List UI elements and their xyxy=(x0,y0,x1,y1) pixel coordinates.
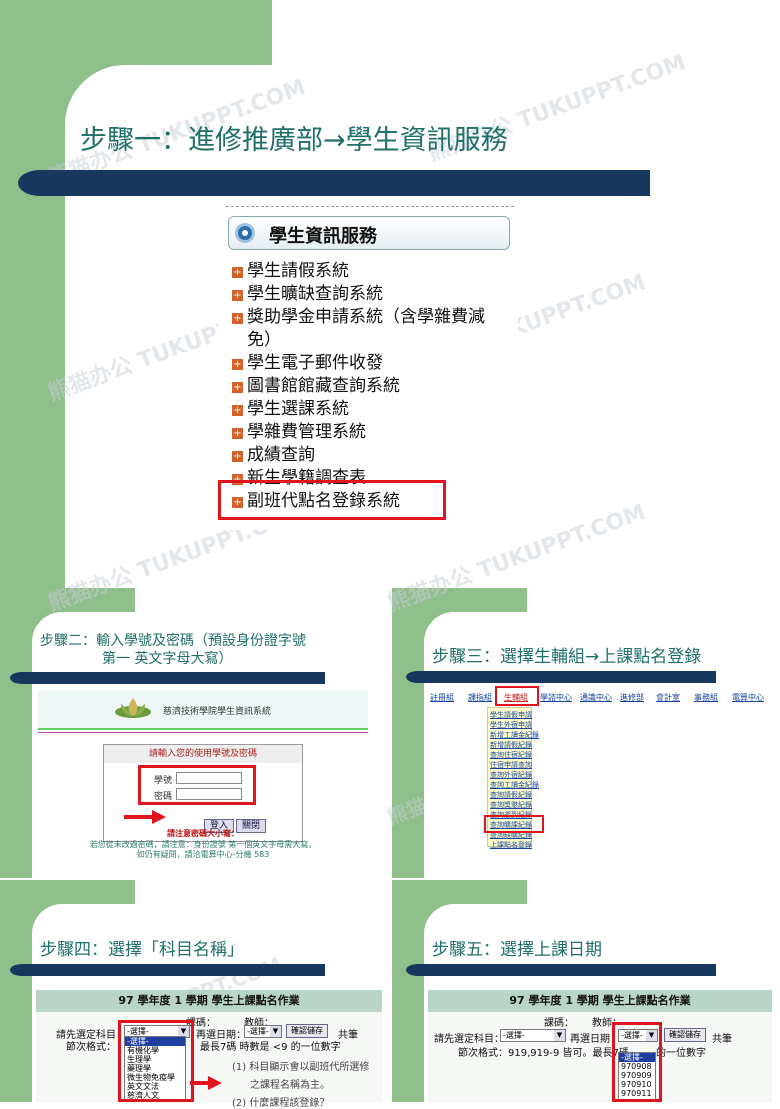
login-box-header: 請輸入您的使用學號及密碼 xyxy=(104,745,302,763)
dropdown-item[interactable]: 新增工讀金紀錄 xyxy=(490,730,539,740)
dropdown-item[interactable]: 查詢請假紀錄 xyxy=(490,790,532,800)
dropdown-item[interactable]: 查詢獎懲紀錄 xyxy=(490,800,532,810)
step3-title: 步驟三：選擇生輔組→上課點名登錄 xyxy=(432,647,702,667)
menu-item-email[interactable]: + 學生電子郵件收發 xyxy=(232,348,383,373)
total-count: 共筆 xyxy=(338,1030,358,1041)
title-rule xyxy=(40,170,650,196)
dropdown-item[interactable]: 住宿申請查詢 xyxy=(490,760,532,770)
nav-registration[interactable]: 註冊組 xyxy=(430,692,454,703)
plus-icon: + xyxy=(232,382,243,393)
format-label: 節次格式： xyxy=(66,1042,116,1053)
nav-general-ed[interactable]: 通識中心 xyxy=(580,692,612,703)
step5-title: 步驟五：選擇上課日期 xyxy=(432,940,602,960)
menu-item-leave[interactable]: + 學生請假系統 xyxy=(232,256,349,281)
nav-affairs[interactable]: 事務組 xyxy=(694,692,718,703)
dropdown-item[interactable]: 學生外宿申請 xyxy=(490,720,532,730)
dropdown-item[interactable]: 查詢工讀金紀錄 xyxy=(490,780,539,790)
plus-icon: + xyxy=(232,267,243,278)
step2-title-line2: 第一 英文字母大寫） xyxy=(102,651,233,667)
title-rule xyxy=(20,672,325,684)
roll-call-form: 97 學年度 1 學期 學生上課點名作業 課碼： 教師： 請先選定科目： -選擇… xyxy=(428,990,772,1102)
note-line-2: 之課程名稱為主。 xyxy=(250,1080,330,1091)
plus-icon: + xyxy=(232,405,243,416)
menu-item-course-selection[interactable]: + 學生選課系統 xyxy=(232,394,349,419)
nav-extension[interactable]: 進修部 xyxy=(620,692,644,703)
title-rule xyxy=(416,964,716,976)
arrow-right-icon xyxy=(124,810,166,824)
plus-icon: + xyxy=(232,428,243,439)
login-header: 慈濟技術學院學生資訊系統 xyxy=(38,690,368,730)
nav-activities[interactable]: 課指組 xyxy=(468,692,492,703)
dropdown-item-roll-call[interactable]: 上課點名登錄 xyxy=(490,840,532,850)
format-hint: 的一位數字 xyxy=(656,1048,706,1059)
course-code-label: 課碼： xyxy=(544,1018,574,1029)
title-rule xyxy=(20,964,325,976)
slide1-card-top-white xyxy=(272,0,780,65)
dropdown-item[interactable]: 查詢住宿紀錄 xyxy=(490,750,532,760)
dropdown-item[interactable]: 學生請假申請 xyxy=(490,710,532,720)
note-line-1: (1) 科目顯示會以副班代所選修 xyxy=(232,1062,370,1073)
menu-item-scholarship[interactable]: + 獎助學金申請系統（含學雜費減 xyxy=(232,302,485,327)
menu-screenshot: 註冊組 課指組 生輔組 學諮中心 通識中心 進修部 會計室 事務組 電算中心 學… xyxy=(424,686,772,876)
highlight-box xyxy=(218,480,446,520)
plus-icon: + xyxy=(232,290,243,301)
step4-title: 步驟四：選擇「科目名稱」 xyxy=(40,940,244,960)
password-note-2: 如仍有疑問，請洽電算中心-分機 583 xyxy=(136,850,270,859)
plus-icon: + xyxy=(232,451,243,462)
date-label: 再選日期 xyxy=(570,1034,610,1045)
highlight-box xyxy=(484,815,544,833)
step1-title: 步驟一：進修推廣部→學生資訊服務 xyxy=(80,125,508,156)
panel-header: 學生資訊服務 xyxy=(228,216,510,250)
nav-accounting[interactable]: 會計室 xyxy=(656,692,680,703)
total-count: 共筆 xyxy=(712,1034,732,1045)
highlight-box xyxy=(612,1022,662,1102)
lotus-logo-icon xyxy=(115,698,151,718)
confirm-save-button[interactable]: 確認儲存 xyxy=(286,1024,328,1038)
step2-title-line1: 步驟二：輸入學號及密碼（預設身份證字號 xyxy=(40,633,306,649)
password-warning: 請注意密碼大小寫： xyxy=(167,829,239,838)
chevron-down-icon: ▼ xyxy=(270,1026,281,1037)
highlight-box xyxy=(495,686,539,706)
form-title: 97 學年度 1 學期 學生上課點名作業 xyxy=(428,990,772,1012)
nav-counseling[interactable]: 學諮中心 xyxy=(540,692,572,703)
confirm-save-button[interactable]: 確認儲存 xyxy=(664,1028,706,1042)
plus-icon: + xyxy=(232,313,243,324)
subject-label: 請先選定科目： xyxy=(434,1034,504,1045)
bullet-circle-icon xyxy=(235,223,255,243)
menu-item-library[interactable]: + 圖書館館藏查詢系統 xyxy=(232,371,400,396)
system-name: 慈濟技術學院學生資訊系統 xyxy=(163,707,272,717)
dashed-divider xyxy=(226,206,514,207)
plus-icon: + xyxy=(232,359,243,370)
arrow-right-icon xyxy=(190,1076,222,1090)
form-title: 97 學年度 1 學期 學生上課點名作業 xyxy=(36,990,382,1012)
chevron-down-icon: ▼ xyxy=(554,1030,565,1041)
highlight-box xyxy=(138,765,256,805)
panel-header-label: 學生資訊服務 xyxy=(269,226,377,247)
date-select[interactable]: -選擇- ▼ xyxy=(244,1025,282,1038)
header-line-accent xyxy=(38,732,368,733)
menu-item-absence[interactable]: + 學生曠缺查詢系統 xyxy=(232,279,383,304)
header-line xyxy=(38,728,368,730)
menu-item-grades[interactable]: + 成績查詢 xyxy=(232,440,315,465)
format-label: 節次格式：919,919-9 皆可。最長7碼 xyxy=(458,1048,629,1059)
subject-select[interactable]: -選擇- ▼ xyxy=(500,1029,566,1042)
title-rule xyxy=(416,671,716,683)
dropdown-item[interactable]: 查詢外宿紀錄 xyxy=(490,770,532,780)
highlight-box xyxy=(118,1020,194,1102)
menu-item-tuition[interactable]: + 學雜費管理系統 xyxy=(232,417,366,442)
format-hint: 最長7碼 時數是 <9 的一位數字 xyxy=(200,1042,341,1053)
menu-item-scholarship-cont: 免） xyxy=(247,330,281,350)
dropdown-item[interactable]: 新增請假紀錄 xyxy=(490,740,532,750)
nav-computing[interactable]: 電算中心 xyxy=(732,692,764,703)
